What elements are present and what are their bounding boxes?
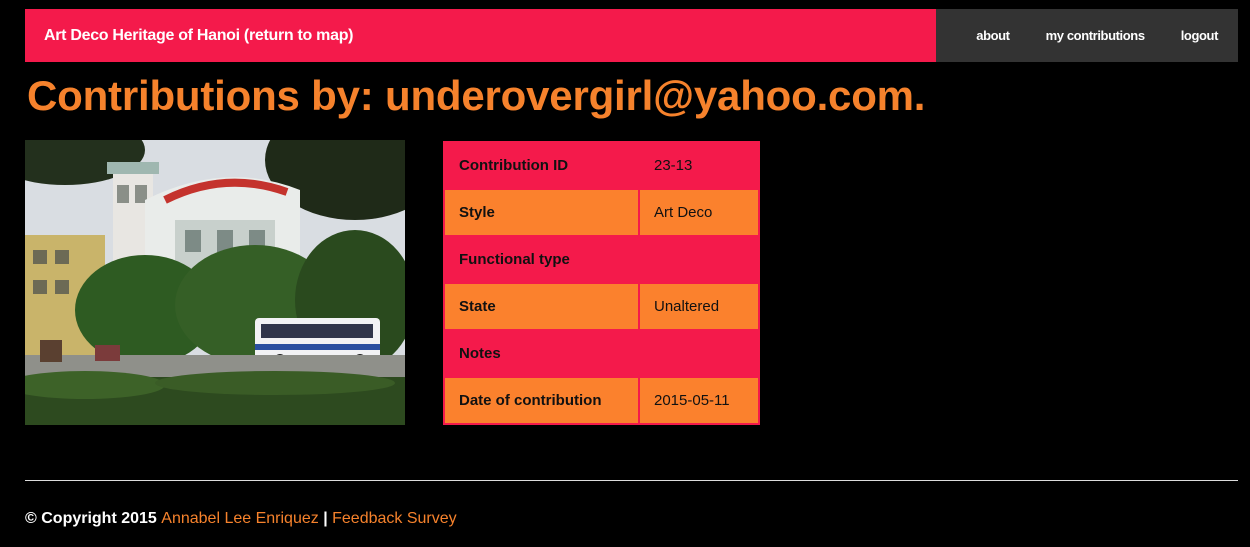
row-label: Style (443, 188, 640, 237)
row-label: State (443, 282, 640, 331)
footer-separator: | (323, 510, 328, 527)
author-link[interactable]: Annabel Lee Enriquez (161, 510, 318, 527)
table-row: Contribution ID 23-13 (443, 141, 760, 190)
table-row: Date of contribution 2015-05-11 (443, 376, 760, 425)
row-value: 23-13 (638, 141, 760, 190)
row-value: Unaltered (638, 282, 760, 331)
row-value (638, 329, 760, 378)
row-value (638, 235, 760, 284)
nav-logout-link[interactable]: logout (1163, 28, 1238, 43)
brand-link[interactable]: Art Deco Heritage of Hanoi (return to ma… (25, 9, 936, 62)
table-row: Notes (443, 329, 760, 378)
footer: © Copyright 2015 Annabel Lee Enriquez | … (25, 510, 457, 528)
nav-my-contributions-link[interactable]: my contributions (1028, 28, 1163, 43)
top-navbar: Art Deco Heritage of Hanoi (return to ma… (25, 9, 1238, 62)
table-row: State Unaltered (443, 282, 760, 331)
footer-divider (25, 480, 1238, 481)
table-row: Style Art Deco (443, 188, 760, 237)
feedback-survey-link[interactable]: Feedback Survey (332, 510, 457, 527)
copyright-text: © Copyright 2015 (25, 510, 157, 527)
row-value: Art Deco (638, 188, 760, 237)
page-title: Contributions by: underovergirl@yahoo.co… (27, 72, 926, 119)
contribution-details-table: Contribution ID 23-13 Style Art Deco Fun… (443, 141, 760, 425)
row-label: Date of contribution (443, 376, 640, 425)
nav-menu: about my contributions logout (936, 9, 1238, 62)
row-label: Functional type (443, 235, 640, 284)
row-value: 2015-05-11 (638, 376, 760, 425)
building-photo (25, 140, 405, 425)
table-row: Functional type (443, 235, 760, 284)
nav-about-link[interactable]: about (958, 28, 1027, 43)
row-label: Notes (443, 329, 640, 378)
row-label: Contribution ID (443, 141, 640, 190)
